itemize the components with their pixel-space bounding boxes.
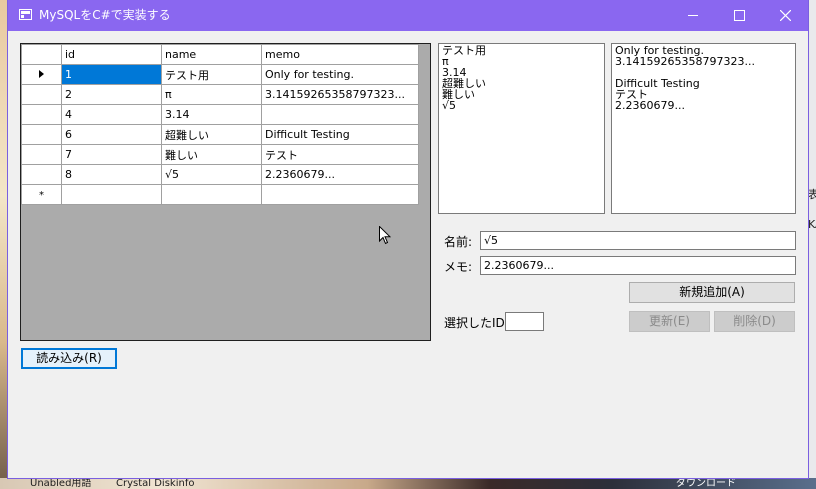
list-item[interactable] [615, 67, 792, 78]
table-row[interactable]: 1 テスト用 Only for testing. [21, 64, 419, 85]
name-listbox[interactable]: テスト用 π 3.14 超難しい 難しい √5 [438, 43, 605, 214]
list-item[interactable]: テスト用 [442, 45, 601, 56]
grid-cell-name[interactable]: 超難しい [161, 124, 262, 145]
desktop-wallpaper-left [0, 0, 8, 489]
grid-corner-header[interactable] [21, 44, 62, 65]
column-header-id[interactable]: id [61, 44, 162, 65]
list-item[interactable]: π [442, 56, 601, 67]
minimize-button[interactable] [670, 0, 716, 31]
grid-cell-id[interactable]: 8 [61, 164, 162, 185]
load-button[interactable]: 読み込み(R) [21, 348, 117, 369]
list-item[interactable]: 超難しい [442, 78, 601, 89]
grid-cell-memo[interactable]: 3.14159265358797323... [261, 84, 419, 105]
grid-cell-name[interactable]: 3.14 [161, 104, 262, 125]
table-row[interactable]: 2 π 3.14159265358797323... [21, 84, 419, 105]
delete-button[interactable]: 削除(D) [714, 311, 795, 332]
current-row-arrow-icon [39, 70, 44, 78]
desktop-icon-label: Unabled用語 [30, 478, 92, 489]
row-header[interactable] [21, 124, 62, 145]
list-item[interactable]: テスト [615, 89, 792, 100]
table-row[interactable]: 7 難しい テスト [21, 144, 419, 165]
grid-cell-name[interactable]: π [161, 84, 262, 105]
grid-cell-id[interactable]: 4 [61, 104, 162, 125]
maximize-icon [733, 10, 745, 21]
new-row-header[interactable]: * [21, 184, 62, 205]
grid-cell-id[interactable]: 1 [61, 64, 162, 85]
row-header-current[interactable] [21, 64, 62, 85]
background-window-text: 表示 [808, 188, 816, 201]
memo-listbox[interactable]: Only for testing. 3.14159265358797323...… [611, 43, 796, 214]
list-item[interactable]: Only for testing. [615, 45, 792, 56]
grid-cell-name[interactable]: 難しい [161, 144, 262, 165]
name-field[interactable]: √5 [480, 231, 796, 250]
close-button[interactable] [762, 0, 808, 31]
window-title: MySQLをC#で実装する [39, 8, 171, 22]
table-row[interactable]: 8 √5 2.2360679... [21, 164, 419, 185]
data-grid[interactable]: id name memo 1 テスト用 Only for testing. 2 … [20, 43, 431, 341]
table-row[interactable]: 4 3.14 [21, 104, 419, 125]
list-item[interactable]: 3.14159265358797323... [615, 56, 792, 67]
row-header[interactable] [21, 84, 62, 105]
grid-cell-name[interactable]: テスト用 [161, 64, 262, 85]
row-header[interactable] [21, 144, 62, 165]
mouse-pointer-icon [379, 226, 391, 245]
title-bar[interactable]: MySQLをC#で実装する [8, 0, 808, 31]
column-header-memo[interactable]: memo [261, 44, 419, 65]
update-button[interactable]: 更新(E) [629, 311, 710, 332]
list-item[interactable]: 難しい [442, 89, 601, 100]
column-header-name[interactable]: name [161, 44, 262, 65]
row-header[interactable] [21, 164, 62, 185]
background-window-edge [808, 0, 816, 489]
list-item[interactable]: Difficult Testing [615, 78, 792, 89]
app-window: MySQLをC#で実装する id name memo 1 テスト用 Only f… [8, 0, 808, 478]
grid-cell-id[interactable]: 6 [61, 124, 162, 145]
grid-cell-memo[interactable]: 2.2360679... [261, 164, 419, 185]
grid-cell-memo[interactable] [261, 184, 419, 205]
background-window-text: KA [808, 218, 816, 231]
selected-id-label: 選択したID: [444, 316, 509, 330]
grid-cell-memo[interactable]: Only for testing. [261, 64, 419, 85]
new-row[interactable]: * [21, 184, 419, 205]
new-row-marker: * [39, 190, 44, 201]
desktop-icon-label: ダウンロード [676, 478, 736, 489]
close-icon [779, 9, 791, 22]
list-item[interactable]: √5 [442, 100, 601, 111]
memo-field[interactable]: 2.2360679... [480, 256, 796, 275]
add-button[interactable]: 新規追加(A) [629, 282, 795, 303]
app-icon [19, 9, 32, 20]
grid-cell-name[interactable] [161, 184, 262, 205]
name-label: 名前: [444, 235, 473, 249]
list-item[interactable]: 3.14 [442, 67, 601, 78]
list-item[interactable]: 2.2360679... [615, 100, 792, 111]
grid-cell-id[interactable] [61, 184, 162, 205]
grid-cell-id[interactable]: 7 [61, 144, 162, 165]
grid-header-row: id name memo [21, 44, 419, 65]
desktop-icon-label: Crystal Diskinfo [116, 478, 195, 489]
table-row[interactable]: 6 超難しい Difficult Testing [21, 124, 419, 145]
maximize-button[interactable] [716, 0, 762, 31]
grid-cell-memo[interactable] [261, 104, 419, 125]
grid-cell-name[interactable]: √5 [161, 164, 262, 185]
grid-cell-id[interactable]: 2 [61, 84, 162, 105]
memo-label: メモ: [444, 260, 473, 274]
minimize-icon [688, 15, 698, 16]
row-header[interactable] [21, 104, 62, 125]
selected-id-field[interactable] [505, 312, 544, 331]
grid-cell-memo[interactable]: Difficult Testing [261, 124, 419, 145]
grid-cell-memo[interactable]: テスト [261, 144, 419, 165]
